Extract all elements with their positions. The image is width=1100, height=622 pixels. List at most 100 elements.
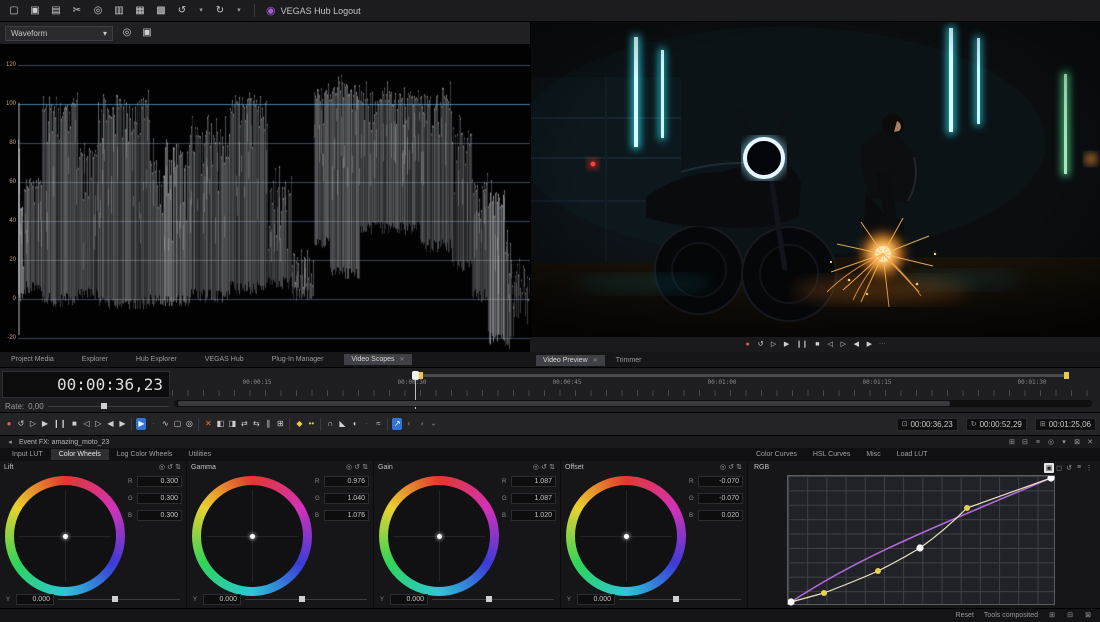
tab-color-curves[interactable]: Color Curves: [748, 449, 805, 460]
panel-dropdown-icon[interactable]: ▾: [1060, 437, 1068, 448]
auto-fade-button[interactable]: ◣: [337, 418, 347, 430]
mixer-button[interactable]: ◒: [428, 418, 438, 430]
gamma-g-value[interactable]: 1.040: [324, 493, 369, 504]
tool-dropdown-icon[interactable]: ·: [361, 418, 371, 430]
lift-color-wheel[interactable]: [5, 476, 125, 596]
curves-reset-icon[interactable]: ↺: [1064, 463, 1074, 473]
wheel-more-icon[interactable]: ⇅: [548, 462, 556, 473]
wheel-reset-icon[interactable]: ↺: [166, 462, 174, 473]
timeline-scrollbar-thumb[interactable]: [178, 401, 950, 406]
timecode-display[interactable]: 00:00:36,23: [2, 371, 170, 398]
group-button[interactable]: ⊞: [275, 418, 285, 430]
preview-go-end-button[interactable]: ▷: [839, 340, 848, 349]
lift-g-value[interactable]: 0.300: [137, 493, 182, 504]
record-button[interactable]: ●: [4, 418, 14, 430]
status-icon[interactable]: ⊟: [1066, 610, 1074, 621]
loop-playback-button[interactable]: ↺: [16, 418, 26, 430]
curves-editor[interactable]: [787, 474, 1055, 606]
tab-log-color-wheels[interactable]: Log Color Wheels: [109, 449, 181, 460]
wheel-auto-icon[interactable]: ◎: [345, 462, 353, 473]
offset-r-value[interactable]: -0.070: [698, 476, 743, 487]
panel-minimize-icon[interactable]: ⊟: [1021, 437, 1029, 448]
redo-icon[interactable]: ↻: [214, 4, 226, 18]
gamma-y-slider[interactable]: [245, 596, 367, 602]
gain-y-value[interactable]: 0.000: [390, 594, 428, 605]
copy-icon[interactable]: ▥: [113, 4, 125, 18]
gain-r-value[interactable]: 1.087: [511, 476, 556, 487]
offset-b-value[interactable]: 0.020: [698, 510, 743, 521]
wheel-center-dot[interactable]: [62, 533, 68, 539]
gain-y-slider[interactable]: [432, 596, 554, 602]
purple-curve[interactable]: [790, 477, 1052, 603]
slip-tool-button[interactable]: ⇄: [239, 418, 249, 430]
gamma-color-wheel[interactable]: [192, 476, 312, 596]
close-icon[interactable]: ✕: [400, 356, 405, 363]
tab-input-lut[interactable]: Input LUT: [4, 449, 51, 460]
curve-point[interactable]: [875, 568, 881, 574]
normal-edit-tool-button[interactable]: ▶: [136, 418, 147, 430]
status-icon[interactable]: ⊞: [1048, 610, 1056, 621]
stop-button[interactable]: ■: [69, 418, 79, 430]
paste-icon[interactable]: ▦: [134, 4, 146, 18]
preview-play-from-start-button[interactable]: ▷: [769, 340, 778, 349]
tab-trimmer[interactable]: Trimmer: [609, 355, 649, 366]
save-project-icon[interactable]: ▤: [50, 4, 62, 18]
curve-point[interactable]: [821, 590, 827, 596]
split-button[interactable]: ∥: [263, 418, 273, 430]
lift-r-value[interactable]: 0.300: [137, 476, 182, 487]
layout-icon[interactable]: ▩: [155, 4, 167, 18]
cut-icon[interactable]: ✂: [71, 4, 83, 18]
frame-back-button[interactable]: ◀: [105, 418, 115, 430]
curves-channel-button[interactable]: ◻: [1054, 463, 1064, 473]
wheel-more-icon[interactable]: ⇅: [361, 462, 369, 473]
preview-pause-button[interactable]: ❙❙: [795, 340, 809, 349]
tab-hub-explorer[interactable]: Hub Explorer: [129, 354, 184, 365]
gamma-b-value[interactable]: 1.076: [324, 510, 369, 521]
preview-frame-back-button[interactable]: ◀: [852, 340, 861, 349]
wheel-auto-icon[interactable]: ◎: [532, 462, 540, 473]
reset-button[interactable]: Reset: [956, 612, 974, 619]
pause-button[interactable]: ❙❙: [52, 418, 67, 430]
wheel-center-dot[interactable]: [249, 533, 255, 539]
panel-settings-icon[interactable]: ◎: [1047, 437, 1055, 448]
tab-color-wheels[interactable]: Color Wheels: [50, 449, 109, 460]
preview-go-start-button[interactable]: ◁: [826, 340, 835, 349]
panel-float-icon[interactable]: ⊠: [1073, 437, 1081, 448]
tab-plugin-manager[interactable]: Plug-In Manager: [265, 354, 331, 365]
new-project-icon[interactable]: ▢: [8, 4, 20, 18]
undo-icon[interactable]: ↺: [176, 4, 188, 18]
wheel-reset-icon[interactable]: ↺: [727, 462, 735, 473]
tab-misc[interactable]: Misc: [858, 449, 888, 460]
preview-stop-button[interactable]: ■: [813, 340, 822, 349]
auto-ripple-button[interactable]: ↗: [392, 418, 403, 430]
trim-end-button[interactable]: ◨: [227, 418, 237, 430]
curve-point[interactable]: [964, 505, 970, 511]
properties-icon[interactable]: ◎: [92, 4, 104, 18]
offset-color-wheel[interactable]: [566, 476, 686, 596]
tab-vegas-hub[interactable]: VEGAS Hub: [198, 354, 251, 365]
go-to-end-button[interactable]: ▷: [93, 418, 103, 430]
insert-marker-button[interactable]: ◆: [294, 418, 304, 430]
tab-explorer[interactable]: Explorer: [75, 354, 115, 365]
collapse-icon[interactable]: ◂: [6, 437, 14, 448]
timeline-ruler[interactable]: 00:00:15 00:00:30 00:00:45 00:01:00 00:0…: [172, 370, 1096, 410]
preview-more-button[interactable]: ⋯: [878, 340, 887, 349]
timeline-scrollbar[interactable]: [174, 400, 1092, 407]
insert-region-button[interactable]: ••: [306, 418, 316, 430]
wheel-more-icon[interactable]: ⇅: [174, 462, 182, 473]
gamma-r-value[interactable]: 0.976: [324, 476, 369, 487]
redo-dropdown-icon[interactable]: ▾: [235, 5, 243, 16]
curves-composite-button[interactable]: ▣: [1044, 462, 1054, 473]
scope-type-select[interactable]: Waveform ▾: [5, 25, 113, 41]
panel-menu-icon[interactable]: ≡: [1034, 437, 1042, 448]
gain-g-value[interactable]: 1.087: [511, 493, 556, 504]
preview-play-button[interactable]: ▶: [782, 340, 791, 349]
slide-tool-button[interactable]: ⇆: [251, 418, 261, 430]
wheel-auto-icon[interactable]: ◎: [158, 462, 166, 473]
wheel-reset-icon[interactable]: ↺: [353, 462, 361, 473]
panel-dock-icon[interactable]: ⊞: [1008, 437, 1016, 448]
selection-length-display[interactable]: ⊞ 00:01:25,06: [1034, 417, 1096, 431]
preview-record-button[interactable]: ●: [743, 340, 752, 349]
wheel-reset-icon[interactable]: ↺: [540, 462, 548, 473]
frame-forward-button[interactable]: ▶: [117, 418, 127, 430]
